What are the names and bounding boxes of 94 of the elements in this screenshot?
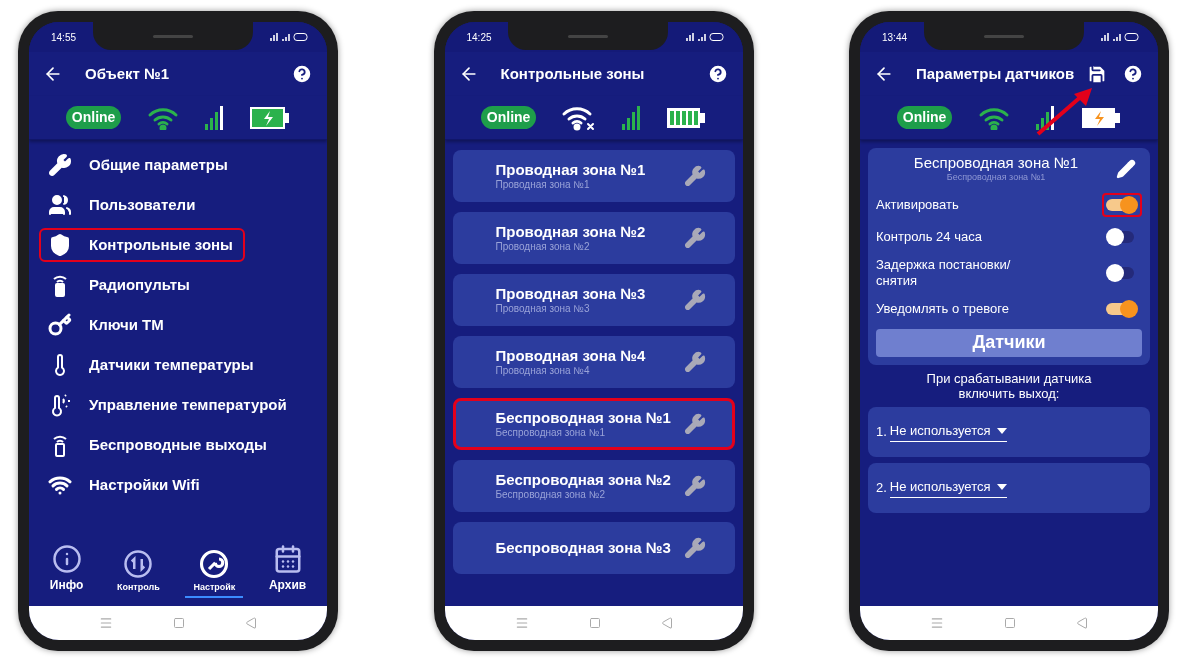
online-badge: Online bbox=[65, 106, 122, 129]
zone-subtitle: Проводная зона №2 bbox=[495, 241, 591, 253]
zone-card[interactable]: Проводная зона №4 Проводная зона №4 bbox=[452, 336, 735, 388]
battery-charging-icon bbox=[1081, 106, 1122, 129]
zone-card[interactable]: Беспроводная зона №2 Беспроводная зона №2 bbox=[452, 460, 735, 512]
wrench-icon[interactable] bbox=[683, 475, 706, 497]
menu-item[interactable]: Радиопульты bbox=[39, 268, 317, 302]
wrench-icon[interactable] bbox=[683, 289, 706, 311]
outputs-caption: При срабатывании датчика включить выход: bbox=[925, 370, 1093, 401]
nav-tab[interactable]: Архив bbox=[260, 544, 315, 598]
screen-title: Контрольные зоны bbox=[500, 63, 646, 84]
status-icons bbox=[269, 32, 309, 42]
signal-icon bbox=[1035, 105, 1056, 130]
zone-title: Беспроводная зона №1 bbox=[913, 154, 1079, 171]
zone-subtitle: Проводная зона №1 bbox=[495, 179, 591, 191]
zone-title: Проводная зона №4 bbox=[495, 347, 647, 365]
home-icon[interactable] bbox=[1004, 617, 1016, 629]
nav-tab[interactable]: Контроль bbox=[108, 548, 168, 598]
menu-item[interactable]: Беспроводные выходы bbox=[39, 428, 317, 462]
signal-icon bbox=[204, 105, 225, 130]
users-icon bbox=[48, 193, 72, 217]
status-time: 14:25 bbox=[466, 30, 492, 45]
screen-title: Параметры датчиков bbox=[916, 63, 1076, 84]
shield-icon bbox=[48, 233, 72, 257]
wrench-icon[interactable] bbox=[683, 165, 706, 187]
zone-subtitle: Проводная зона №3 bbox=[495, 303, 591, 315]
status-time: 14:55 bbox=[51, 30, 77, 45]
key-icon bbox=[48, 313, 72, 337]
output-dropdown[interactable]: Не используется bbox=[889, 421, 1007, 442]
dropdown-caret-icon bbox=[996, 484, 1007, 490]
zone-title: Проводная зона №3 bbox=[495, 285, 647, 303]
wifi-crossed-icon bbox=[560, 104, 597, 131]
pencil-icon[interactable] bbox=[1116, 159, 1136, 180]
output-number: 1. bbox=[876, 422, 887, 441]
output-number: 2. bbox=[876, 478, 887, 497]
zone-card[interactable]: Беспроводная зона №3 bbox=[452, 522, 735, 574]
wrench-icon[interactable] bbox=[683, 227, 706, 249]
zone-subtitle: Беспроводная зона №1 bbox=[495, 427, 606, 439]
info-icon bbox=[51, 544, 82, 574]
wifi-icon bbox=[977, 105, 1010, 130]
toggle-switch[interactable] bbox=[1102, 192, 1142, 217]
help-icon[interactable] bbox=[1122, 63, 1144, 85]
dropdown-caret-icon bbox=[996, 428, 1007, 434]
toggle-label: Уведомлять о тревоге bbox=[876, 300, 1010, 317]
home-icon[interactable] bbox=[588, 617, 601, 629]
zone-title: Беспроводная зона №3 bbox=[495, 539, 672, 557]
zone-subtitle: Беспроводная зона №2 bbox=[495, 489, 606, 501]
battery-charging-icon bbox=[250, 106, 291, 129]
wrench-icon[interactable] bbox=[683, 537, 706, 559]
back-icon[interactable] bbox=[245, 617, 257, 629]
menu-item[interactable]: Контрольные зоны bbox=[39, 228, 245, 262]
nav-tab[interactable]: Инфо bbox=[41, 544, 92, 598]
wrench-icon[interactable] bbox=[683, 413, 706, 435]
wrench-icon bbox=[48, 153, 72, 177]
online-badge: Online bbox=[480, 106, 537, 129]
screen-title: Объект №1 bbox=[85, 63, 171, 84]
wifi-icon bbox=[146, 105, 179, 130]
menu-item[interactable]: Ключи ТМ bbox=[39, 308, 317, 342]
menu-item[interactable]: Настройки Wifi bbox=[39, 468, 317, 502]
menu-item[interactable]: Общие параметры bbox=[39, 148, 317, 182]
help-icon[interactable] bbox=[291, 63, 313, 85]
status-time: 13:44 bbox=[882, 30, 908, 45]
zone-title: Беспроводная зона №1 bbox=[495, 409, 672, 427]
status-icons bbox=[684, 32, 725, 42]
sensors-button[interactable]: Датчики bbox=[876, 328, 1142, 357]
menu-item[interactable]: Управление температурой bbox=[39, 388, 317, 422]
help-icon[interactable] bbox=[706, 63, 729, 85]
signal-icon bbox=[621, 105, 642, 130]
back-icon[interactable] bbox=[1076, 617, 1088, 629]
zone-title: Проводная зона №1 bbox=[495, 161, 647, 179]
home-icon[interactable] bbox=[173, 617, 185, 629]
arrows-circle-icon bbox=[123, 548, 154, 579]
toggle-label: Задержка постановки/снятия bbox=[876, 256, 1012, 289]
menu-item[interactable]: Датчики температуры bbox=[39, 348, 317, 382]
calendar-icon bbox=[272, 544, 303, 574]
back-icon[interactable] bbox=[660, 617, 673, 629]
battery-full-icon bbox=[666, 106, 707, 129]
zone-card[interactable]: Проводная зона №2 Проводная зона №2 bbox=[452, 212, 735, 264]
output-dropdown[interactable]: Не используется bbox=[889, 477, 1007, 498]
zone-card[interactable]: Проводная зона №1 Проводная зона №1 bbox=[452, 150, 735, 202]
save-icon[interactable] bbox=[1086, 63, 1108, 85]
toggle-label: Контроль 24 часа bbox=[876, 228, 983, 245]
zone-title: Беспроводная зона №2 bbox=[495, 471, 672, 489]
menu-item[interactable]: Пользователи bbox=[39, 188, 317, 222]
online-badge: Online bbox=[896, 106, 953, 129]
zone-subtitle: Проводная зона №4 bbox=[495, 365, 591, 377]
zone-card[interactable]: Беспроводная зона №1 Беспроводная зона №1 bbox=[452, 398, 735, 450]
nav-tab[interactable]: Настройк bbox=[185, 548, 244, 598]
status-icons bbox=[1100, 32, 1140, 42]
wrench-icon[interactable] bbox=[683, 351, 706, 373]
zone-title: Проводная зона №2 bbox=[495, 223, 647, 241]
toggle-label: Активировать bbox=[876, 196, 960, 213]
zone-subtitle: Беспроводная зона №1 bbox=[946, 171, 1046, 184]
zone-card[interactable]: Проводная зона №3 Проводная зона №3 bbox=[452, 274, 735, 326]
